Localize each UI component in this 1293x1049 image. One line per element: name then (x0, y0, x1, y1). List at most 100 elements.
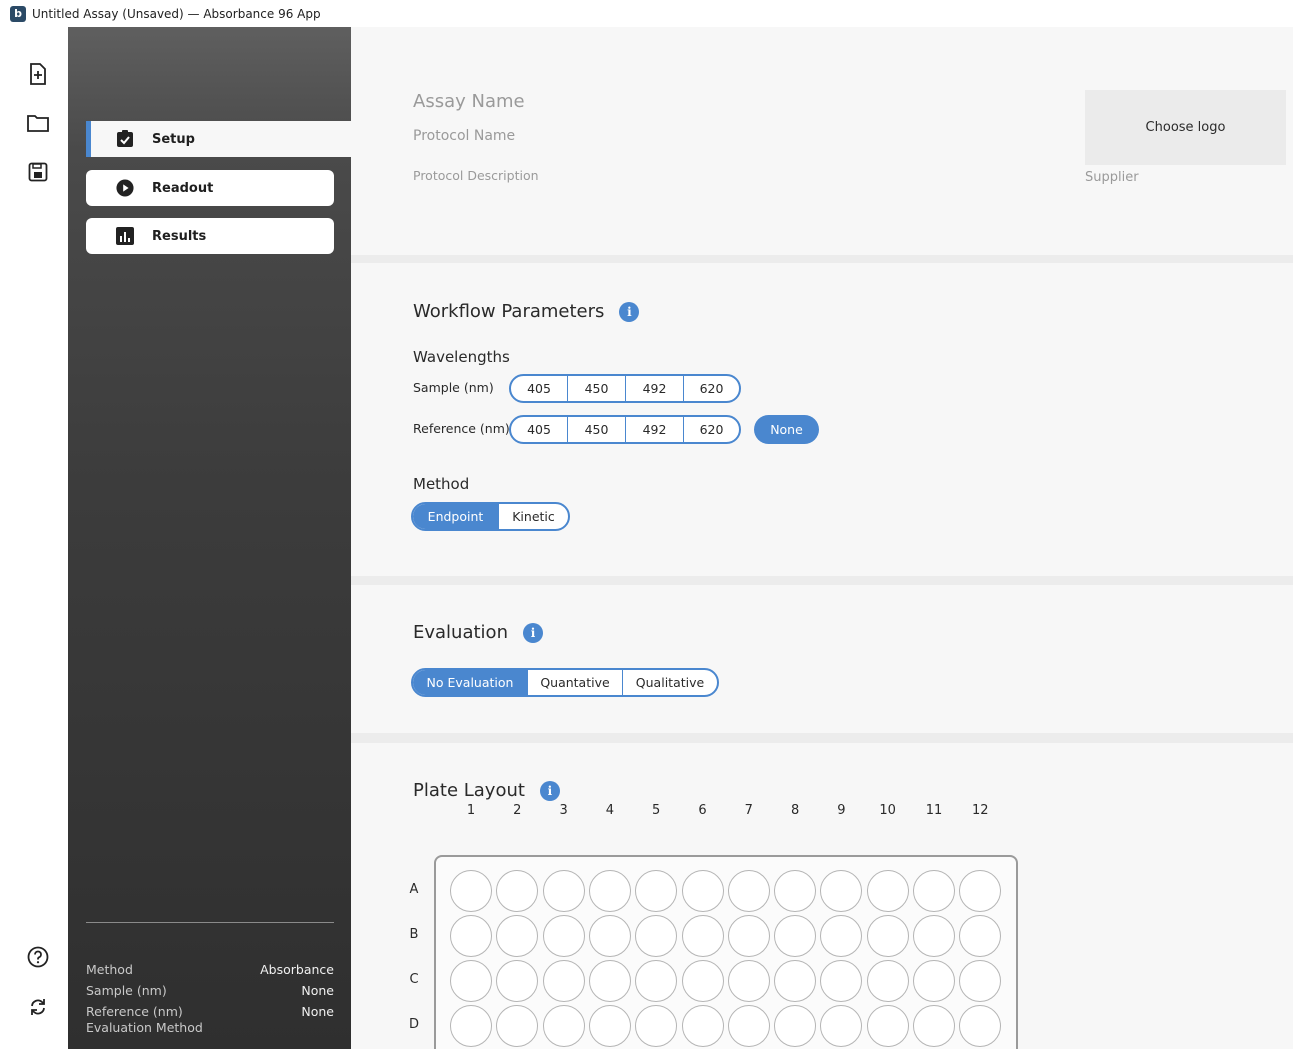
plate-well[interactable] (866, 915, 909, 957)
plate-column-label[interactable]: 10 (865, 803, 911, 818)
plate-well[interactable] (913, 960, 955, 1002)
plate-row-label[interactable]: A (404, 882, 424, 897)
plate-column-label[interactable]: 1 (448, 803, 494, 818)
nav-item-setup[interactable]: Setup (86, 121, 351, 157)
plate-well[interactable] (450, 960, 492, 1002)
plate-well[interactable] (450, 915, 492, 957)
plate-well[interactable] (866, 960, 909, 1002)
plate-well[interactable] (774, 915, 817, 957)
protocol-description-input[interactable]: Protocol Description (413, 168, 539, 183)
plate-well[interactable] (959, 960, 1002, 1002)
plate-well[interactable] (542, 915, 585, 957)
plate-well[interactable] (727, 960, 770, 1002)
plate-well[interactable] (913, 870, 955, 912)
plate-well[interactable] (774, 870, 817, 912)
plate-well[interactable] (866, 870, 909, 912)
plate-well[interactable] (542, 960, 585, 1002)
plate-column-label[interactable]: 2 (494, 803, 540, 818)
info-icon[interactable]: i (619, 301, 640, 322)
plate-well[interactable] (820, 960, 863, 1002)
plate-well[interactable] (588, 870, 631, 912)
choose-logo-button[interactable]: Choose logo (1085, 90, 1286, 165)
reference-wavelength-selector: 405 450 492 620 (509, 415, 741, 444)
reference-wavelength-option[interactable]: 620 (684, 417, 739, 442)
plate-well[interactable] (727, 915, 770, 957)
plate-row-label[interactable]: C (404, 972, 424, 987)
plate-well[interactable] (635, 960, 678, 1002)
plate-well[interactable] (496, 915, 539, 957)
plate-well[interactable] (820, 1005, 863, 1047)
summary-label: Method (86, 962, 133, 977)
assay-name-input[interactable]: Assay Name (413, 91, 525, 112)
plate-well[interactable] (913, 1005, 955, 1047)
plate-well[interactable] (496, 870, 539, 912)
plate-column-label[interactable]: 6 (680, 803, 726, 818)
reference-none-button[interactable]: None (754, 415, 819, 444)
plate-column-label[interactable]: 3 (541, 803, 587, 818)
info-icon[interactable]: i (539, 780, 560, 801)
plate-row-label[interactable]: D (404, 1017, 424, 1032)
evaluation-option-quantative[interactable]: Quantative (528, 670, 623, 695)
plate-well[interactable] (450, 1005, 492, 1047)
help-icon[interactable] (24, 943, 52, 971)
plate-well[interactable] (959, 870, 1002, 912)
plate-row-label[interactable]: B (404, 927, 424, 942)
reference-wavelength-option[interactable]: 492 (626, 417, 684, 442)
plate-well[interactable] (959, 1005, 1002, 1047)
method-option-endpoint[interactable]: Endpoint (413, 504, 499, 529)
plate-well[interactable] (588, 915, 631, 957)
reference-wavelength-option[interactable]: 405 (511, 417, 568, 442)
plate-well[interactable] (681, 960, 724, 1002)
summary-row-method: Method Absorbance (86, 962, 334, 983)
plate-well[interactable] (588, 1005, 631, 1047)
new-file-icon[interactable] (24, 60, 52, 88)
plate-well[interactable] (774, 1005, 817, 1047)
save-icon[interactable] (24, 158, 52, 186)
nav-item-readout[interactable]: Readout (86, 170, 334, 206)
plate-well[interactable] (774, 960, 817, 1002)
plate-well[interactable] (727, 870, 770, 912)
plate-well[interactable] (450, 870, 492, 912)
plate-well[interactable] (496, 1005, 539, 1047)
sample-wavelength-option[interactable]: 492 (626, 376, 684, 401)
sample-wavelength-option[interactable]: 450 (568, 376, 626, 401)
plate-well[interactable] (496, 960, 539, 1002)
plate-column-label[interactable]: 9 (818, 803, 864, 818)
plate-column-label[interactable]: 5 (633, 803, 679, 818)
plate-column-label[interactable]: 7 (726, 803, 772, 818)
protocol-name-input[interactable]: Protocol Name (413, 128, 515, 144)
plate-well[interactable] (588, 960, 631, 1002)
supplier-input[interactable]: Supplier (1085, 170, 1139, 185)
plate-well[interactable] (913, 915, 955, 957)
plate-well[interactable] (635, 1005, 678, 1047)
info-icon[interactable]: i (522, 622, 543, 643)
folder-icon[interactable] (24, 109, 52, 137)
evaluation-option-none[interactable]: No Evaluation (413, 670, 528, 695)
sync-icon[interactable] (24, 993, 52, 1021)
sample-wavelength-option[interactable]: 405 (511, 376, 568, 401)
nav-item-results[interactable]: Results (86, 218, 334, 254)
plate-well[interactable] (681, 1005, 724, 1047)
plate-well[interactable] (820, 915, 863, 957)
evaluation-option-qualitative[interactable]: Qualitative (623, 670, 717, 695)
plate-well[interactable] (727, 1005, 770, 1047)
plate-well[interactable] (635, 870, 678, 912)
plate-well[interactable] (681, 870, 724, 912)
plate-well[interactable] (635, 915, 678, 957)
plate-well[interactable] (542, 1005, 585, 1047)
section-title: Plate Layout i (413, 780, 560, 801)
method-option-kinetic[interactable]: Kinetic (499, 504, 568, 529)
summary-row-reference: Reference (nm) None (86, 1004, 334, 1020)
reference-wavelength-option[interactable]: 450 (568, 417, 626, 442)
sample-wavelength-option[interactable]: 620 (684, 376, 739, 401)
plate-column-label[interactable]: 12 (957, 803, 1003, 818)
plate-column-label[interactable]: 4 (587, 803, 633, 818)
plate-well[interactable] (820, 870, 863, 912)
plate-column-label[interactable]: 8 (772, 803, 818, 818)
plate-well[interactable] (542, 870, 585, 912)
title-bar: b Untitled Assay (Unsaved) — Absorbance … (0, 0, 1293, 27)
plate-column-label[interactable]: 11 (911, 803, 957, 818)
plate-well[interactable] (866, 1005, 909, 1047)
plate-well[interactable] (959, 915, 1002, 957)
plate-well[interactable] (681, 915, 724, 957)
